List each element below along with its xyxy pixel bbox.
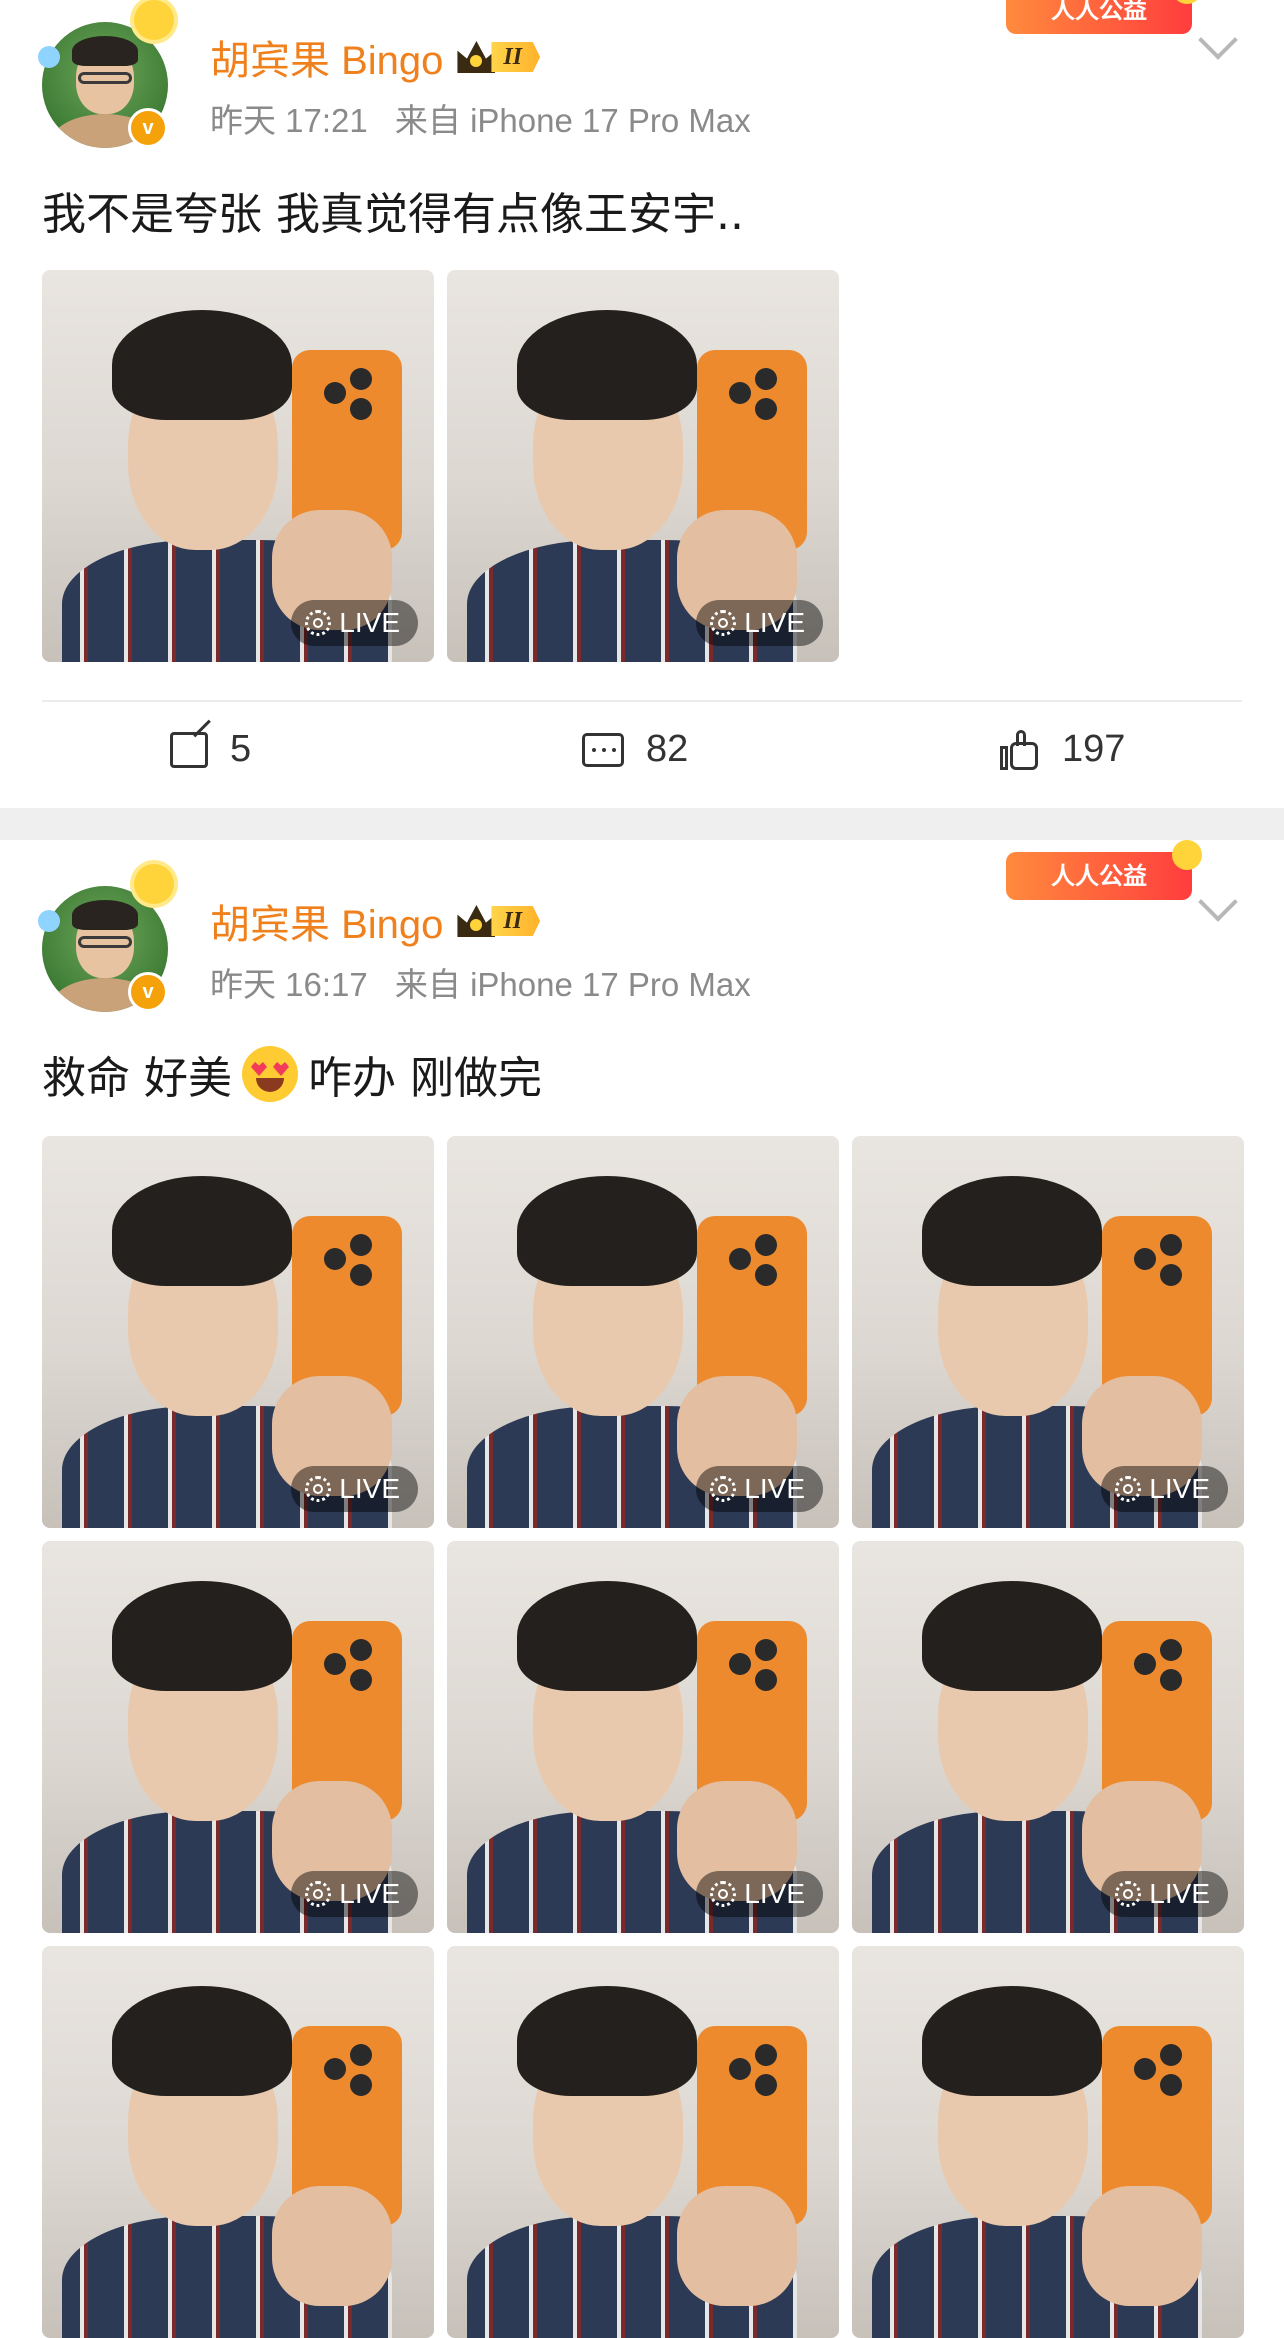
live-photo-badge: LIVE (696, 600, 823, 646)
like-count: 197 (1062, 728, 1126, 770)
post-time: 昨天 16:17 (210, 966, 368, 1003)
avatar[interactable]: v (38, 0, 174, 148)
sun-decoration-icon (134, 864, 174, 904)
name-row: 胡宾果 Bingo II (210, 892, 541, 950)
post-source: 来自 iPhone 17 Pro Max (394, 102, 751, 139)
action-divider (42, 700, 1242, 702)
live-icon (1115, 1476, 1142, 1502)
sun-badge-icon (1172, 840, 1202, 870)
live-icon (305, 1881, 332, 1907)
live-photo-badge: LIVE (291, 600, 418, 646)
post-time: 昨天 17:21 (210, 102, 368, 139)
post-text-start: 救命 好美 (42, 1053, 232, 1104)
post-text: 救命 好美 咋办 刚做完 (42, 1042, 542, 1106)
live-photo-badge: LIVE (1101, 1871, 1228, 1917)
charity-badge-label: 人人公益 (1051, 862, 1147, 890)
verified-badge-icon: v (128, 972, 168, 1012)
repost-button[interactable]: 5 (170, 728, 251, 771)
live-icon (710, 610, 737, 636)
charity-badge-label: 人人公益 (1051, 0, 1147, 24)
post-photo[interactable]: LIVE (447, 270, 839, 662)
post-photo[interactable]: LIVE (852, 1541, 1244, 1933)
crown-icon (457, 41, 496, 73)
post-photo[interactable] (447, 1946, 839, 2338)
chevron-down-icon[interactable] (1198, 882, 1238, 922)
live-photo-badge: LIVE (291, 1871, 418, 1917)
comment-button[interactable]: 82 (582, 728, 688, 771)
sun-badge-icon (1172, 0, 1202, 4)
member-level: II (491, 906, 541, 936)
post-photo[interactable] (42, 1946, 434, 2338)
live-photo-badge: LIVE (696, 1466, 823, 1512)
post-text-end: 咋办 刚做完 (308, 1053, 542, 1104)
live-photo-badge: LIVE (696, 1871, 823, 1917)
live-icon (1115, 1881, 1142, 1907)
heart-eyes-emoji-icon (242, 1046, 298, 1102)
live-icon (710, 1476, 737, 1502)
name-row: 胡宾果 Bingo II (210, 28, 541, 86)
post-photo[interactable]: LIVE (42, 1541, 434, 1933)
member-level-badge[interactable]: II (457, 905, 541, 937)
avatar[interactable]: v (38, 864, 174, 1012)
feed-divider (0, 808, 1284, 840)
charity-badge[interactable]: 人人公益 (1006, 0, 1202, 34)
comment-icon (582, 732, 624, 767)
weibo-post: v 胡宾果 Bingo II 昨天 17:21 来自 iPhone 17 Pro… (0, 0, 1284, 808)
post-text: 我不是夸张 我真觉得有点像王安宇.. (42, 189, 744, 240)
member-level: II (491, 42, 541, 72)
thumbs-up-icon (1000, 729, 1040, 770)
live-icon (305, 610, 332, 636)
post-meta: 昨天 16:17 来自 iPhone 17 Pro Max (210, 958, 769, 1006)
live-photo-badge: LIVE (1101, 1466, 1228, 1512)
member-level-badge[interactable]: II (457, 41, 541, 73)
chevron-down-icon[interactable] (1198, 20, 1238, 60)
live-icon (305, 1476, 332, 1502)
crown-icon (457, 905, 496, 937)
charity-badge[interactable]: 人人公益 (1006, 840, 1202, 900)
weibo-post: v 胡宾果 Bingo II 昨天 16:17 来自 iPhone 17 Pro… (0, 840, 1284, 2338)
avatar-decoration-icon (38, 46, 60, 68)
comment-count: 82 (646, 728, 689, 770)
post-photo[interactable] (852, 1946, 1244, 2338)
post-photo[interactable]: LIVE (42, 1136, 434, 1528)
avatar-decoration-icon (38, 910, 60, 932)
post-source: 来自 iPhone 17 Pro Max (394, 966, 751, 1003)
like-button[interactable]: 197 (1000, 728, 1125, 771)
repost-icon (170, 731, 208, 768)
post-photo[interactable]: LIVE (42, 270, 434, 662)
username[interactable]: 胡宾果 Bingo (210, 892, 443, 950)
username[interactable]: 胡宾果 Bingo (210, 28, 443, 86)
post-meta: 昨天 17:21 来自 iPhone 17 Pro Max (210, 94, 769, 142)
verified-badge-icon: v (128, 108, 168, 148)
post-photo[interactable]: LIVE (447, 1541, 839, 1933)
post-photo[interactable]: LIVE (852, 1136, 1244, 1528)
live-icon (710, 1881, 737, 1907)
sun-decoration-icon (134, 0, 174, 40)
post-photo[interactable]: LIVE (447, 1136, 839, 1528)
live-photo-badge: LIVE (291, 1466, 418, 1512)
repost-count: 5 (230, 728, 252, 770)
